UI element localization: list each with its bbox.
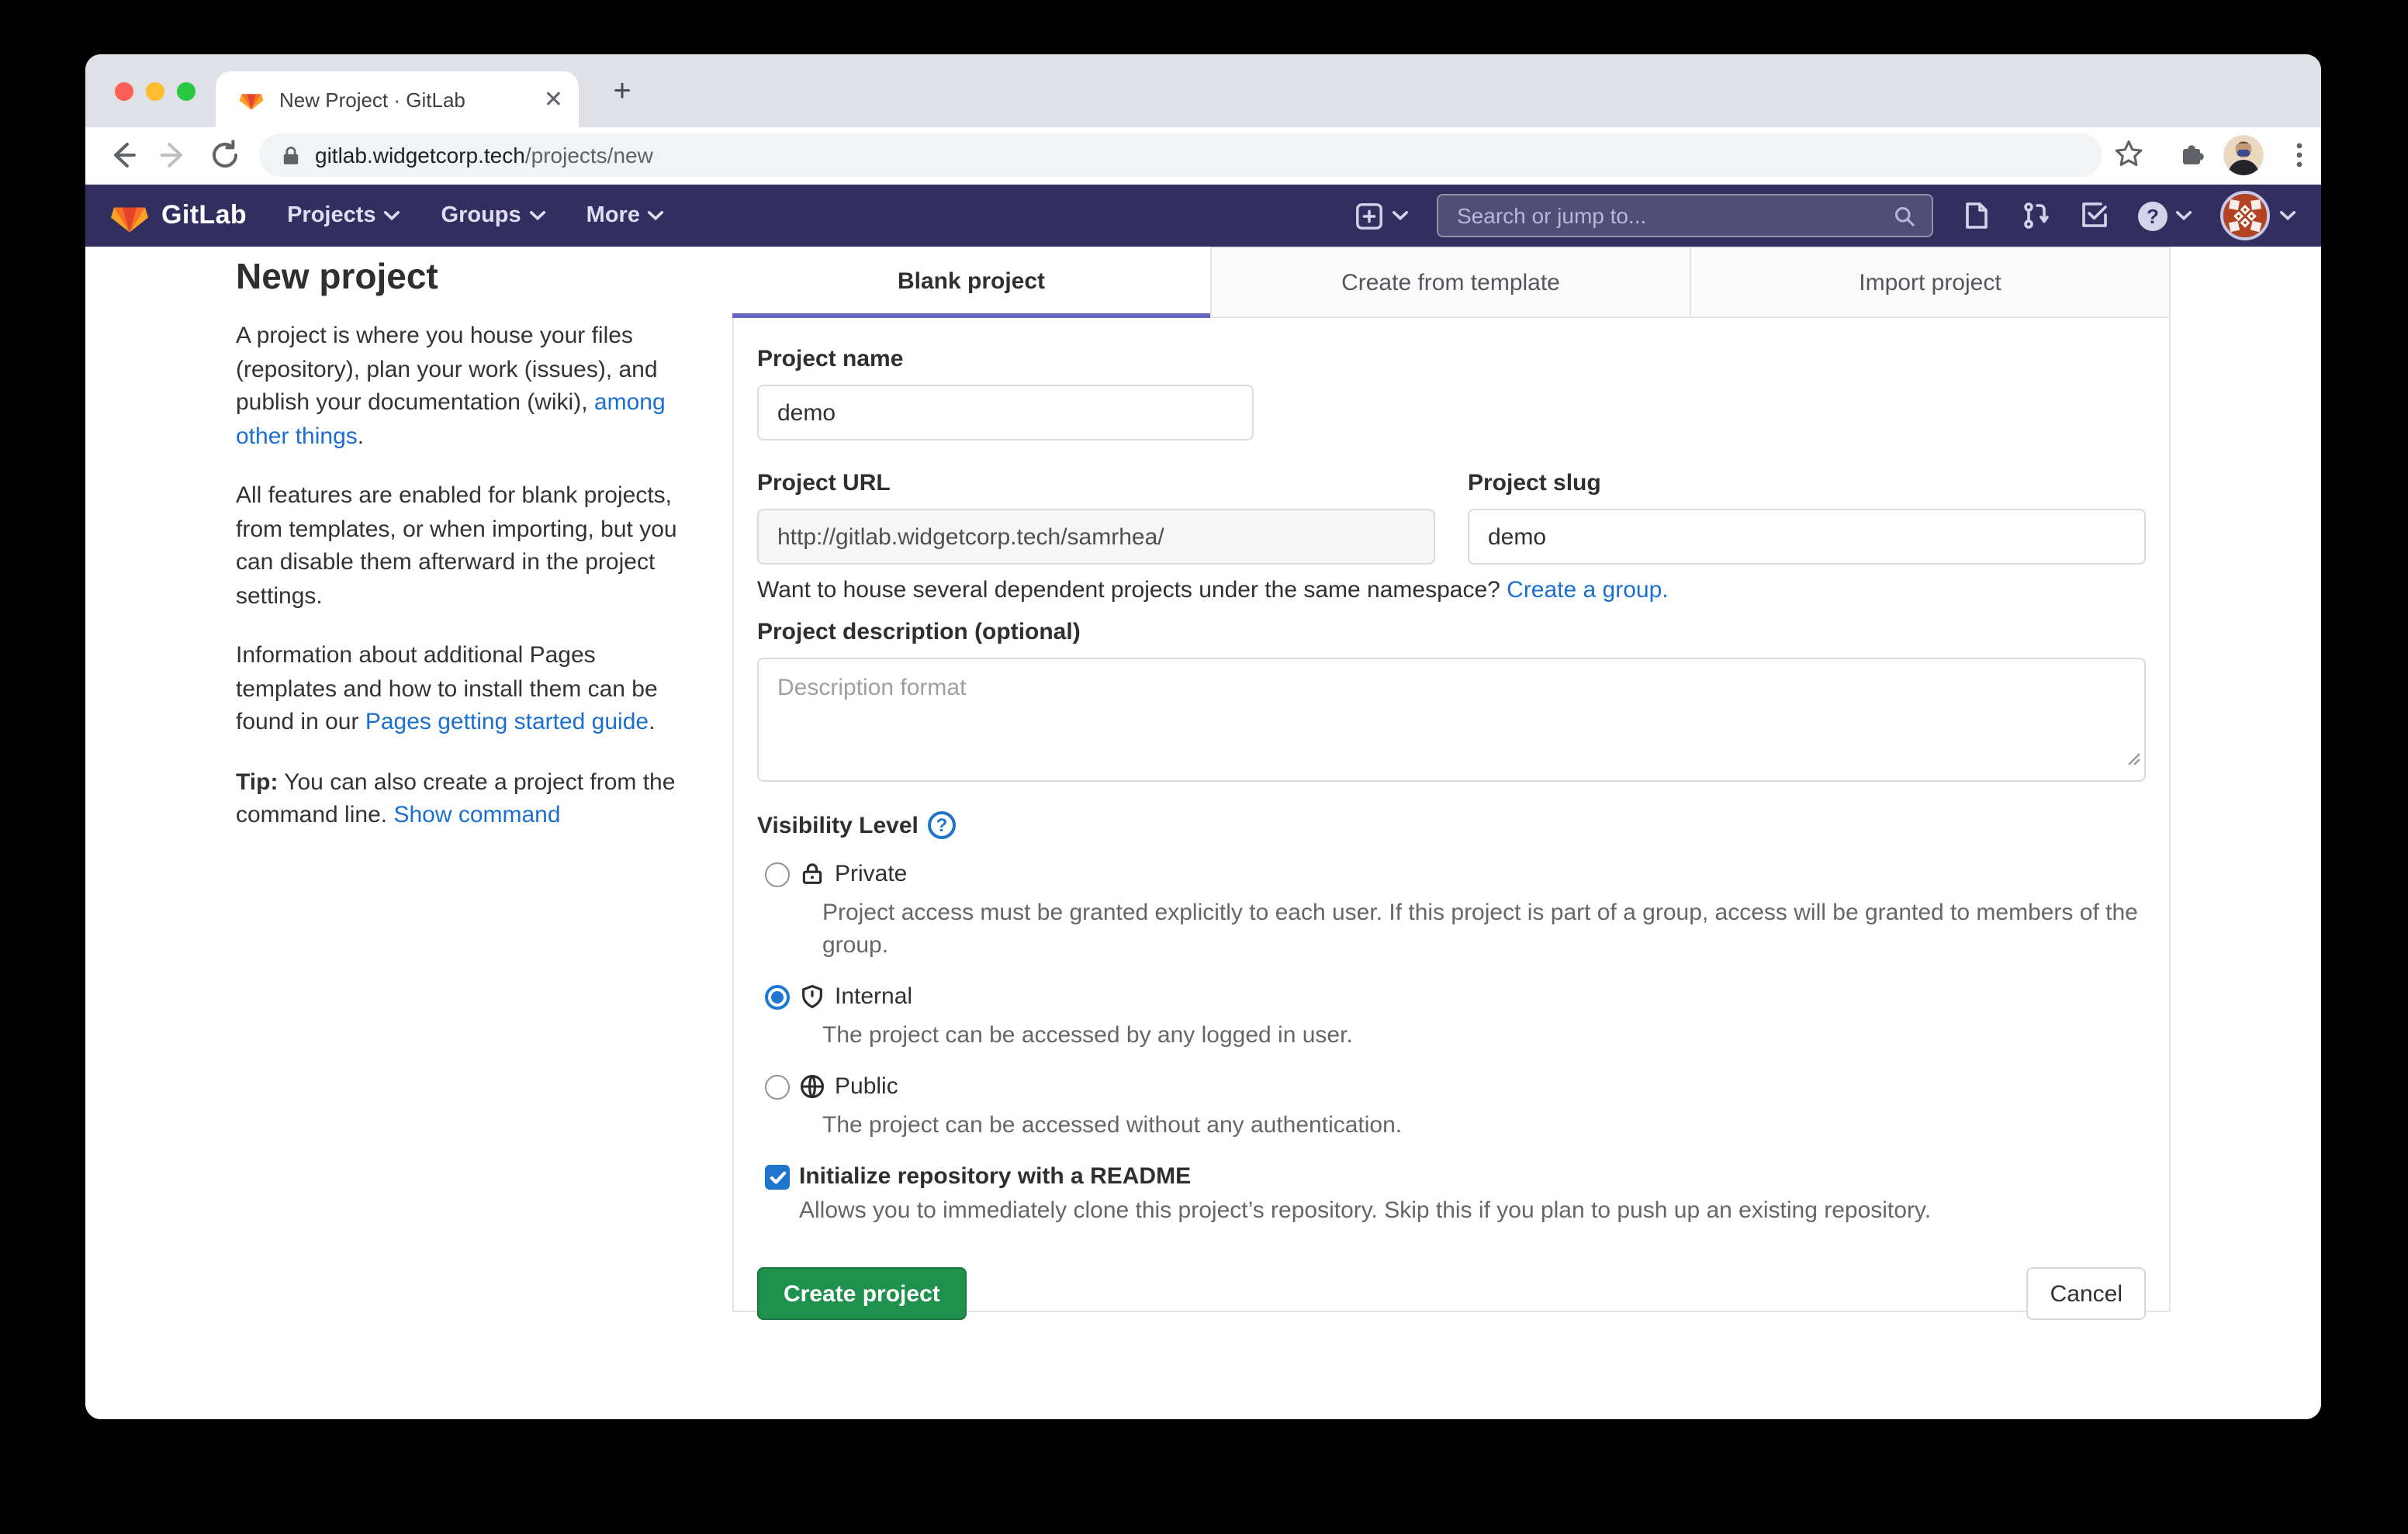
project-slug-input[interactable] [1468,509,2146,565]
url-bar[interactable]: gitlab.widgetcorp.tech/projects/new [259,133,2102,177]
private-radio[interactable] [765,862,790,887]
internal-radio[interactable] [765,985,790,1010]
maximize-window-button[interactable] [177,82,195,101]
create-project-button[interactable]: Create project [757,1267,967,1320]
browser-tab-title: New Project · GitLab [279,88,544,111]
gitlab-menu: Projects Groups More [287,203,665,228]
back-icon[interactable] [104,136,141,174]
project-description-textarea[interactable] [757,658,2146,782]
navbar-right: ? [1354,191,2296,240]
page-content: New project A project is where you house… [85,247,2321,1419]
lock-icon [799,861,825,895]
user-menu[interactable] [2220,191,2296,240]
globe-icon [799,1073,825,1107]
user-avatar [2220,191,2270,240]
visibility-option-internal: Internal The project can be accessed by … [757,983,2146,1052]
window-controls [115,82,195,101]
sidebar-paragraph: A project is where you house your files … [236,320,695,453]
nav-groups[interactable]: Groups [441,203,546,228]
project-name-label: Project name [757,346,2146,372]
screen: New Project · GitLab ✕ + gitlab.widgetco… [0,0,2408,1534]
browser-menu-dots-icon[interactable] [2282,135,2316,183]
help-icon: ? [2138,201,2168,230]
shield-icon [799,983,825,1017]
internal-option-description: The project can be accessed by any logge… [822,1019,2144,1052]
readme-description: Allows you to immediately clone this pro… [799,1194,2146,1227]
resize-grip-icon[interactable] [2127,746,2141,774]
browser-toolbar: gitlab.widgetcorp.tech/projects/new [85,127,2321,185]
project-description-label: Project description (optional) [757,619,2146,645]
gitlab-favicon-icon [239,87,264,112]
public-option-label[interactable]: Public [835,1073,898,1101]
new-tab-button[interactable]: + [604,74,641,112]
readme-label[interactable]: Initialize repository with a README [799,1163,1191,1191]
todos-icon[interactable] [2079,200,2110,231]
sidebar-paragraph: All features are enabled for blank proje… [236,479,695,613]
minimize-window-button[interactable] [146,82,164,101]
search-icon [1893,204,1916,227]
project-name-input[interactable] [757,385,1254,441]
tab-import-project[interactable]: Import project [1690,247,2171,316]
private-option-description: Project access must be granted explicitl… [822,897,2144,962]
extensions-puzzle-icon[interactable] [2175,136,2209,178]
public-radio[interactable] [765,1075,790,1100]
gitlab-logo[interactable]: GitLab [110,197,247,234]
visibility-level-label: Visibility Level ? [757,811,2146,839]
url-host: gitlab.widgetcorp.tech [315,143,525,168]
project-url-input[interactable] [757,509,1435,565]
project-type-tabs: Blank project Create from template Impor… [732,247,2171,318]
lock-icon [281,145,301,165]
url-path: /projects/new [525,143,653,168]
project-slug-label: Project slug [1468,470,2146,496]
gitlab-navbar: GitLab Projects Groups More [85,185,2321,247]
pages-guide-link[interactable]: Pages getting started guide [365,709,649,735]
help-menu[interactable]: ? [2138,201,2192,230]
new-menu[interactable] [1354,201,1409,230]
readme-option: Initialize repository with a README Allo… [757,1163,2146,1227]
merge-request-icon[interactable] [2020,200,2051,231]
sidebar-tip: Tip: You can also create a project from … [236,765,695,832]
cancel-button[interactable]: Cancel [2027,1267,2146,1320]
namespace-hint: Want to house several dependent projects… [757,577,2146,603]
show-command-link[interactable]: Show command [393,802,560,828]
browser-profile-avatar[interactable] [2223,135,2264,175]
chevron-down-icon [384,203,401,228]
browser-tab[interactable]: New Project · GitLab ✕ [216,71,579,127]
tab-create-from-template[interactable]: Create from template [1210,247,1690,316]
visibility-option-private: Private Project access must be granted e… [757,861,2146,962]
browser-window: New Project · GitLab ✕ + gitlab.widgetco… [85,54,2321,1419]
search-box [1437,194,1933,237]
new-project-panel: Blank project Create from template Impor… [732,247,2171,1312]
page-title: New project [236,256,695,298]
chevron-down-icon [2175,209,2192,222]
forward-icon[interactable] [155,136,192,174]
readme-checkbox[interactable] [765,1165,790,1190]
chevron-down-icon [2279,209,2296,222]
project-url-label: Project URL [757,470,1435,496]
blank-project-form: Project name Project URL Project slug Wa… [732,318,2171,1312]
sidebar-paragraph: Information about additional Pages templ… [236,639,695,739]
tab-blank-project[interactable]: Blank project [732,247,1210,316]
chevron-down-icon [648,203,665,228]
internal-option-label[interactable]: Internal [835,983,912,1011]
gitlab-brand-text: GitLab [161,200,247,231]
chevron-down-icon [1392,209,1409,222]
bookmark-star-icon[interactable] [2112,136,2146,178]
form-actions: Create project Cancel [757,1267,2146,1320]
visibility-help-icon[interactable]: ? [928,811,956,839]
new-project-sidebar: New project A project is where you house… [236,256,695,859]
issues-icon[interactable] [1961,200,1992,231]
private-option-label[interactable]: Private [835,861,907,889]
tab-close-icon[interactable]: ✕ [544,88,563,111]
browser-tab-strip: New Project · GitLab ✕ + [85,54,2321,127]
create-group-link[interactable]: Create a group. [1507,577,1668,603]
reload-icon[interactable] [206,136,244,174]
nav-more[interactable]: More [586,203,665,228]
chevron-down-icon [529,203,546,228]
visibility-option-public: Public The project can be accessed witho… [757,1073,2146,1142]
close-window-button[interactable] [115,82,133,101]
public-option-description: The project can be accessed without any … [822,1109,2144,1142]
search-input[interactable] [1454,202,1893,230]
nav-projects[interactable]: Projects [287,203,400,228]
